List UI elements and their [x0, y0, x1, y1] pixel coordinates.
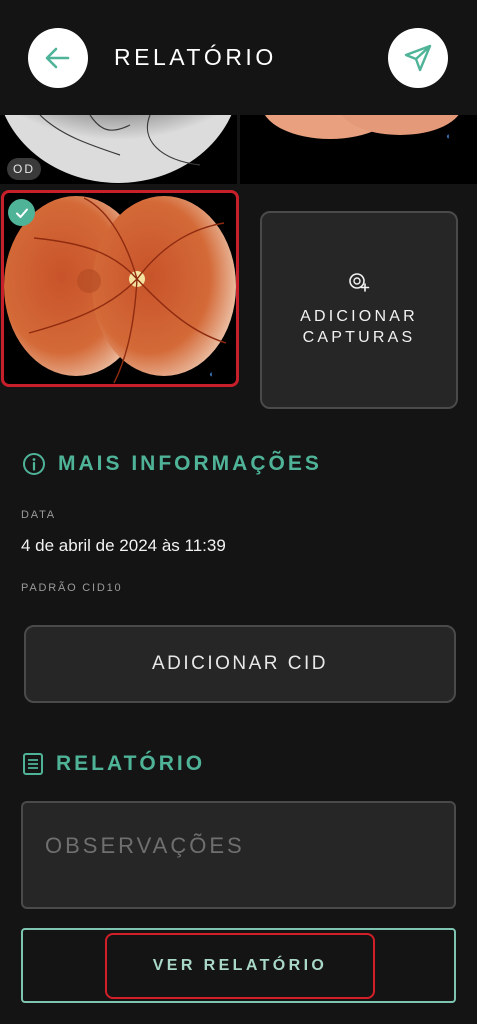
report-section-title: RELATÓRIO: [56, 752, 206, 775]
send-icon: [404, 44, 432, 72]
add-captures-label: ADICIONAR CAPTURAS: [300, 308, 418, 346]
capture-thumbnail-2[interactable]: ◐: [240, 115, 477, 184]
date-label: DATA: [21, 509, 56, 521]
date-value: 4 de abril de 2024 às 11:39: [21, 536, 226, 555]
retina-color-image: ◐: [265, 115, 459, 141]
cid-label: PADRÃO CID10: [21, 582, 123, 594]
info-section-header: MAIS INFORMAÇÕES: [22, 452, 322, 476]
document-icon: [23, 753, 43, 775]
arrow-left-icon: [45, 47, 70, 69]
page-title: RELATÓRIO: [114, 44, 277, 70]
back-button[interactable]: [28, 28, 88, 88]
add-captures-button[interactable]: ADICIONAR CAPTURAS: [260, 211, 458, 409]
svg-text:◐: ◐: [209, 369, 214, 379]
send-button[interactable]: [388, 28, 448, 88]
report-section-header: RELATÓRIO: [22, 752, 205, 776]
check-icon: [15, 208, 28, 218]
selected-badge: [8, 199, 35, 226]
info-icon: [23, 453, 45, 475]
retina-fundus-image: ◐: [4, 196, 236, 384]
info-section-title: MAIS INFORMAÇÕES: [58, 452, 322, 475]
app-header: RELATÓRIO: [0, 0, 477, 115]
svg-text:◐: ◐: [446, 131, 451, 141]
observations-input[interactable]: OBSERVAÇÕES: [21, 801, 456, 909]
eye-label-badge: OD: [7, 158, 41, 180]
observations-placeholder: OBSERVAÇÕES: [45, 833, 245, 858]
eye-add-icon: [349, 273, 370, 292]
view-report-container: VER RELATÓRIO: [21, 928, 456, 1003]
view-report-button[interactable]: VER RELATÓRIO: [105, 933, 375, 999]
add-cid-button[interactable]: ADICIONAR CID: [24, 625, 456, 703]
capture-thumbnail-selected[interactable]: ◐: [1, 190, 239, 387]
